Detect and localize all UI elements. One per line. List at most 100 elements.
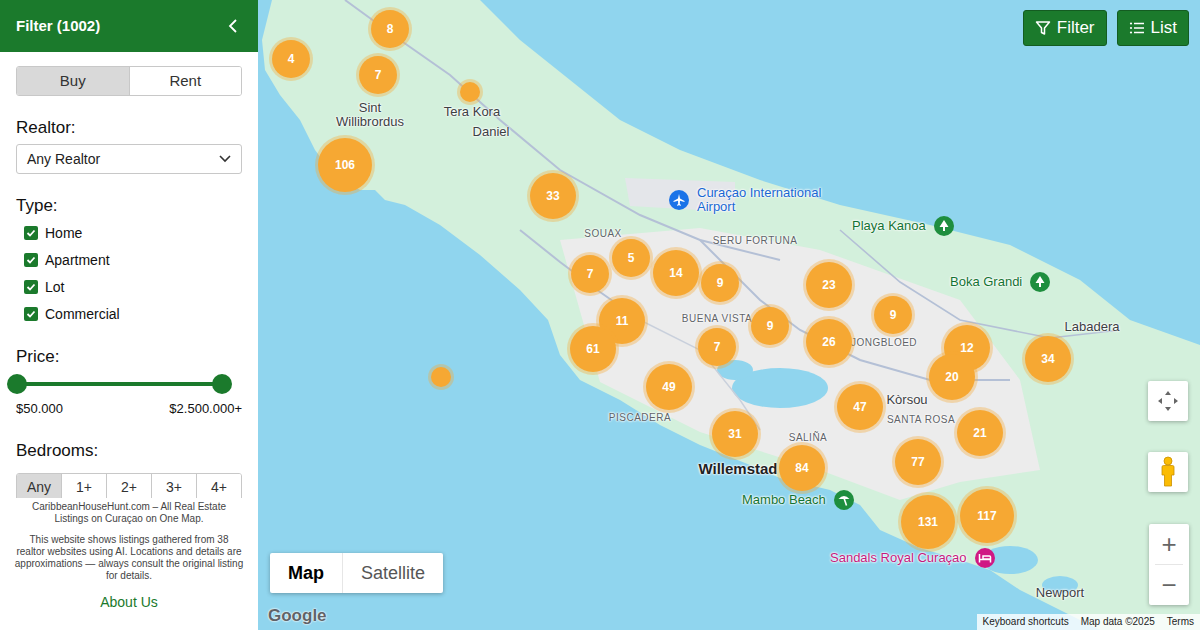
place-label: Kòrsou [886, 393, 927, 407]
attribution-item[interactable]: Terms [1167, 616, 1194, 628]
place-label: Tera Kora [444, 105, 500, 119]
place-name: SANTA ROSA [887, 414, 955, 426]
bedrooms-option[interactable]: Any [17, 474, 61, 498]
park-icon[interactable] [934, 216, 954, 236]
cluster-marker[interactable]: 7 [359, 56, 397, 94]
bedrooms-option[interactable]: 1+ [61, 474, 106, 498]
listing-marker[interactable] [431, 367, 451, 387]
cluster-marker[interactable]: 20 [929, 354, 975, 400]
cluster-count: 33 [546, 189, 559, 203]
place-name: Willemstad [698, 460, 777, 477]
map-type-option[interactable]: Satellite [342, 553, 443, 593]
list-button[interactable]: List [1117, 10, 1189, 46]
bedrooms-option[interactable]: 2+ [106, 474, 151, 498]
cluster-marker[interactable]: 7 [698, 328, 736, 366]
place-label: Playa Kanoa [852, 216, 954, 236]
zoom-in-button[interactable]: + [1149, 524, 1189, 564]
place-name: Labadera [1065, 320, 1120, 334]
mode-tab[interactable]: Buy [17, 67, 129, 95]
cluster-marker[interactable]: 26 [806, 319, 852, 365]
filter-button[interactable]: Filter [1023, 10, 1107, 46]
listing-marker[interactable] [460, 82, 480, 102]
cluster-marker[interactable]: 5 [612, 239, 650, 277]
hotel-icon[interactable] [975, 548, 995, 568]
cluster-count: 117 [977, 509, 996, 523]
attribution-item[interactable]: Keyboard shortcuts [983, 616, 1069, 628]
cluster-marker[interactable]: 14 [653, 250, 699, 296]
cluster-marker[interactable]: 84 [779, 445, 825, 491]
airport-icon[interactable] [669, 190, 689, 210]
button-label: List [1151, 18, 1177, 38]
cluster-count: 131 [918, 515, 938, 529]
place-name: SERU FORTUNA [713, 235, 798, 247]
type-option[interactable]: Commercial [24, 305, 242, 323]
place-labels: Sint WillibrordusTera KoraDanielCuraçao … [258, 0, 1200, 630]
zoom-out-button[interactable]: − [1149, 565, 1189, 605]
bedrooms-option[interactable]: 3+ [151, 474, 196, 498]
mode-tab[interactable]: Rent [129, 67, 242, 95]
type-checkbox[interactable] [24, 253, 38, 267]
dropdown-chevron-icon [219, 155, 231, 163]
cluster-marker[interactable]: 31 [712, 411, 758, 457]
price-thumb[interactable] [212, 374, 232, 394]
cluster-count: 9 [767, 319, 774, 333]
cluster-count: 34 [1041, 352, 1054, 366]
about-link[interactable]: About Us [14, 594, 244, 611]
cluster-count: 61 [586, 342, 599, 356]
type-option[interactable]: Apartment [24, 251, 242, 269]
place-label: SOUAX [584, 228, 622, 240]
place-label: Curaçao International Airport [669, 186, 837, 214]
type-option[interactable]: Home [24, 224, 242, 242]
cluster-marker[interactable]: 49 [646, 364, 692, 410]
price-slider[interactable] [17, 373, 222, 395]
bedrooms-option[interactable]: 4+ [196, 474, 241, 498]
cluster-marker[interactable]: 21 [957, 410, 1003, 456]
collapse-chevron-icon[interactable] [228, 18, 238, 34]
cluster-count: 7 [714, 340, 721, 354]
price-thumb[interactable] [7, 374, 27, 394]
price-range-fill [17, 382, 222, 386]
cluster-count: 14 [669, 266, 682, 280]
cluster-marker[interactable]: 4 [272, 40, 310, 78]
cluster-count: 12 [960, 341, 973, 355]
cluster-marker[interactable]: 47 [837, 384, 883, 430]
cluster-marker[interactable]: 33 [530, 173, 576, 219]
cluster-marker[interactable]: 9 [751, 307, 789, 345]
cluster-marker[interactable]: 7 [571, 255, 609, 293]
pegman-icon[interactable] [1159, 456, 1177, 488]
type-checkbox[interactable] [24, 226, 38, 240]
map-canvas[interactable]: Sint WillibrordusTera KoraDanielCuraçao … [258, 0, 1200, 630]
street-view-control[interactable] [1148, 452, 1188, 492]
cluster-count: 8 [387, 22, 394, 36]
cluster-count: 49 [662, 380, 675, 394]
type-option[interactable]: Lot [24, 278, 242, 296]
filter-icon [1035, 20, 1051, 36]
type-checkbox[interactable] [24, 280, 38, 294]
cluster-marker[interactable]: 77 [895, 439, 941, 485]
cluster-marker[interactable]: 23 [806, 262, 852, 308]
map-type-option[interactable]: Map [270, 553, 342, 593]
place-label: Daniel [473, 125, 510, 139]
section-label: Price: [16, 347, 242, 367]
cluster-marker[interactable]: 131 [901, 495, 955, 549]
beach-icon[interactable] [834, 490, 854, 510]
listing-markers: 8471063357149231199726126134204947312177… [258, 0, 1200, 630]
cluster-marker[interactable]: 61 [570, 326, 616, 372]
cluster-count: 84 [795, 461, 808, 475]
camera-control[interactable] [1148, 381, 1188, 421]
cluster-marker[interactable]: 34 [1025, 336, 1071, 382]
type-checkbox[interactable] [24, 307, 38, 321]
place-label: SALIÑA [789, 432, 828, 444]
cluster-count: 21 [973, 426, 986, 440]
cluster-marker[interactable]: 8 [371, 10, 409, 48]
cluster-marker[interactable]: 9 [874, 296, 912, 334]
bedrooms-toggle: Any1+2+3+4+ [16, 473, 242, 498]
cluster-marker[interactable]: 117 [960, 489, 1014, 543]
cluster-marker[interactable]: 9 [701, 264, 739, 302]
park-icon[interactable] [1030, 272, 1050, 292]
realtor-select[interactable]: Any Realtor [16, 144, 242, 174]
mode-toggle: BuyRent [16, 66, 242, 96]
place-name: Tera Kora [444, 105, 500, 119]
cluster-marker[interactable]: 106 [318, 138, 372, 192]
section-label: Type: [16, 196, 242, 216]
